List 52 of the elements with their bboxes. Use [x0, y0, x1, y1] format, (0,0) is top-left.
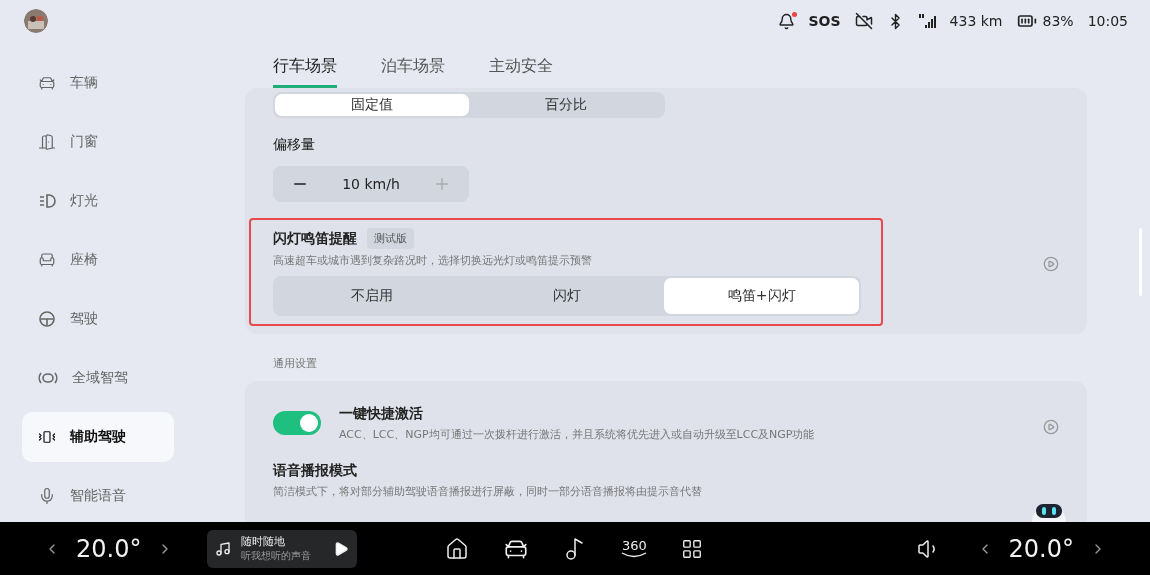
signal-icon	[917, 13, 936, 29]
section-heading: 通用设置	[273, 356, 318, 371]
battery-text: 83%	[1042, 13, 1074, 29]
media-card[interactable]: 随时随地 听我想听的声音	[207, 529, 358, 568]
media-subtitle: 听我想听的声音	[241, 549, 313, 563]
sidebar-item[interactable]: 驾驶	[22, 294, 174, 344]
sidebar-item[interactable]: 智能语音	[22, 471, 174, 521]
beta-badge: 测试版	[367, 228, 414, 249]
setting-title: 闪灯鸣笛提醒	[273, 229, 357, 248]
apps-icon[interactable]	[681, 537, 704, 560]
range-text: 433 km	[949, 13, 1003, 29]
door-icon	[38, 133, 56, 151]
sidebar-item[interactable]: 门窗	[22, 117, 174, 167]
play-button[interactable]	[333, 540, 350, 557]
tab[interactable]: 主动安全	[489, 56, 553, 88]
segment-option[interactable]: 闪灯	[469, 278, 665, 314]
setting-description: ACC、LCC、NGP均可通过一次拨杆进行激活，并且系统将优先进入或自动升级至LCC及NGP功能	[339, 427, 815, 442]
camera-off-icon[interactable]	[854, 12, 873, 30]
view-360-button[interactable]: 360	[621, 539, 648, 558]
toggle-switch[interactable]	[273, 410, 321, 435]
offset-label: 偏移量	[273, 136, 316, 154]
car-icon	[38, 74, 56, 92]
sidebar-item[interactable]: 辅助驾驶	[22, 412, 174, 462]
media-title: 随时随地	[241, 534, 287, 549]
arc-icon	[621, 552, 648, 558]
microphone-icon	[38, 487, 56, 505]
setting-description: 简洁模式下，将对部分辅助驾驶语音播报进行屏蔽，同时一部分语音播报将由提示音代替	[273, 484, 703, 499]
segment-option[interactable]: 固定值	[275, 94, 469, 116]
segment-option[interactable]: 不启用	[275, 278, 470, 314]
segment-option[interactable]: 鸣笛+闪灯	[664, 278, 859, 314]
notification-bell-icon[interactable]	[777, 12, 795, 30]
setting-title: 一键快捷激活	[339, 405, 423, 421]
sidebar-item[interactable]: 座椅	[22, 235, 174, 285]
sidebar-item[interactable]: 车辆	[22, 58, 174, 108]
sidebar-item[interactable]: 全域智驾	[22, 353, 174, 403]
setting-description: 高速超车或城市遇到复杂路况时，选择切换远光灯或鸣笛提示预警	[273, 253, 593, 268]
setting-title: 语音播报模式	[273, 462, 357, 478]
tab[interactable]: 泊车场景	[381, 56, 445, 88]
offset-value: 10 km/h	[342, 176, 400, 192]
avatar[interactable]	[24, 9, 48, 33]
sos-button[interactable]: SOS	[808, 13, 841, 29]
phone-vibrate-icon	[38, 428, 56, 446]
music-note-icon	[215, 540, 232, 557]
segment-option[interactable]: 百分比	[469, 94, 663, 116]
headlight-icon	[38, 192, 56, 210]
seat-icon	[38, 251, 56, 269]
temperature-text: 20.0°	[1008, 534, 1074, 563]
home-icon[interactable]	[445, 536, 470, 561]
sidebar-item[interactable]: 灯光	[22, 176, 174, 226]
clock-text: 10:05	[1087, 13, 1128, 29]
steering-wheel-icon	[38, 310, 56, 328]
temperature-text: 20.0°	[76, 534, 142, 563]
